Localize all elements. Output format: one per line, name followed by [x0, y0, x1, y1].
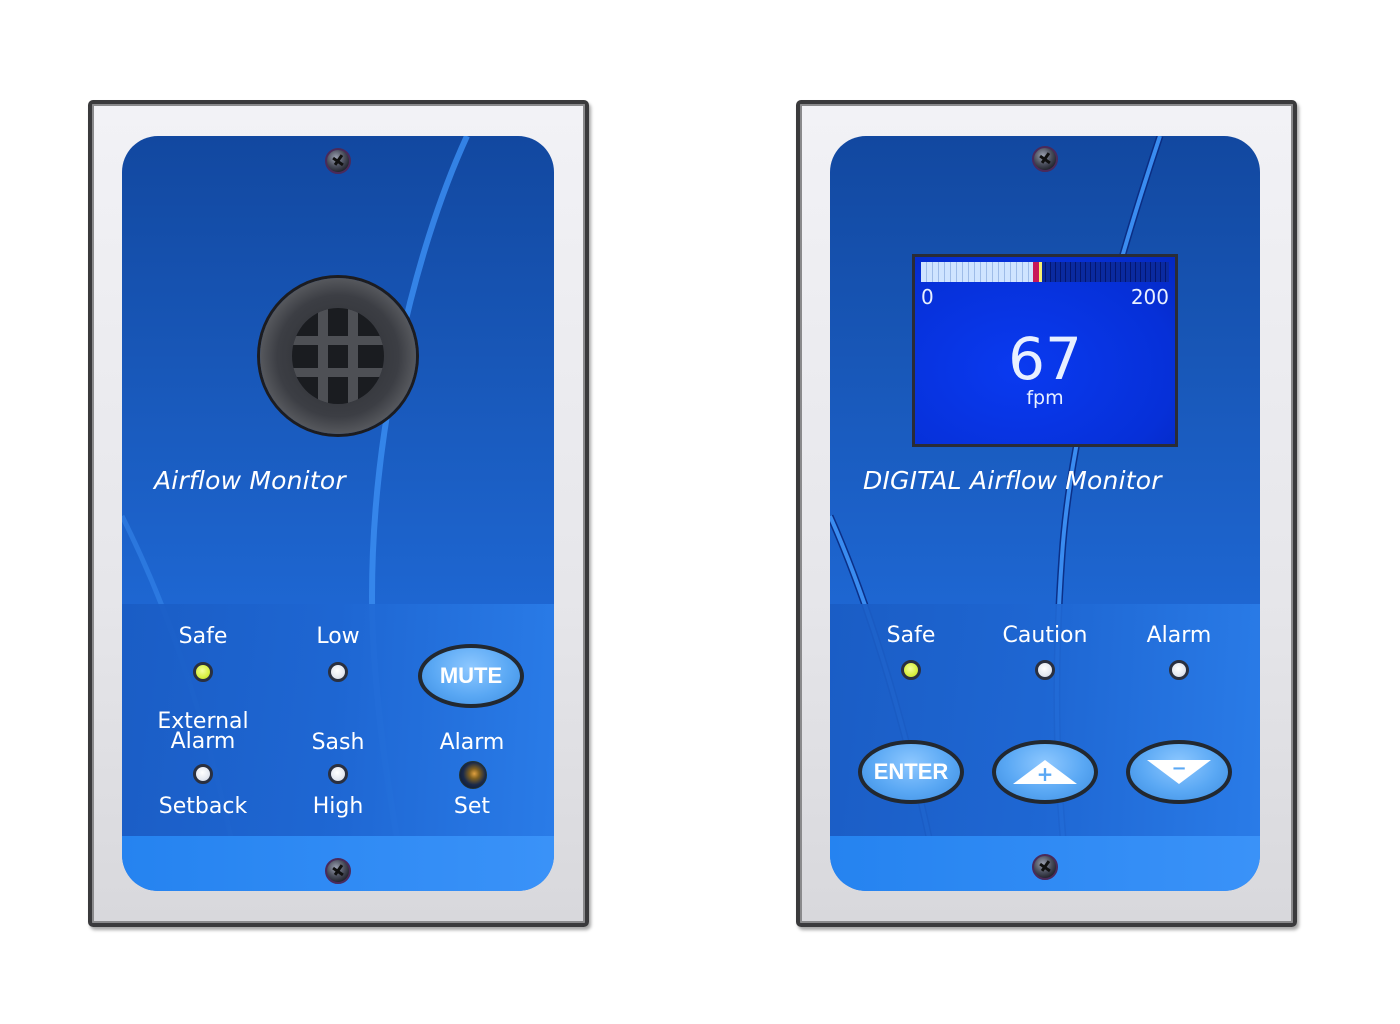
- scale-max-label: 200: [1130, 285, 1169, 309]
- device-title: DIGITAL Airflow Monitor: [863, 466, 1162, 495]
- airflow-value: 67: [1008, 325, 1082, 393]
- airflow-monitor-device: Airflow Monitor Safe Low MUTE External A…: [88, 100, 589, 927]
- indicator-label-high: High: [312, 794, 364, 819]
- screw-icon: [325, 858, 351, 884]
- screw-icon: [325, 148, 351, 174]
- indicator-label-low: Low: [316, 624, 360, 649]
- led-safe: [901, 660, 921, 680]
- down-button[interactable]: −: [1126, 740, 1232, 804]
- gauge-marker-highlight: [1039, 262, 1042, 282]
- enter-button[interactable]: ENTER: [858, 740, 964, 804]
- led-low: [328, 662, 348, 682]
- indicator-label-safe: Safe: [178, 624, 228, 649]
- device-faceplate: Airflow Monitor Safe Low MUTE External A…: [122, 136, 554, 891]
- scale-min-label: 0: [921, 285, 934, 309]
- down-triangle-icon: −: [1147, 758, 1211, 784]
- screw-icon: [1032, 146, 1058, 172]
- lcd-display: 0 200 67 fpm: [912, 254, 1178, 447]
- indicator-label-external-alarm: External Alarm: [157, 709, 249, 754]
- speaker-grille-icon: [260, 278, 416, 434]
- led-external-alarm-setback: [193, 764, 213, 784]
- gauge-fill: [921, 262, 1033, 282]
- led-sash-high: [328, 764, 348, 784]
- up-button[interactable]: +: [992, 740, 1098, 804]
- airflow-unit: fpm: [1026, 387, 1064, 409]
- digital-airflow-monitor-device: 0 200 67 fpm DIGITAL Airflow Monitor Saf…: [796, 100, 1297, 927]
- device-title: Airflow Monitor: [154, 466, 346, 495]
- minus-glyph: −: [1171, 758, 1186, 779]
- up-triangle-icon: +: [1013, 760, 1077, 786]
- indicator-label-sash: Sash: [311, 730, 365, 755]
- indicator-label-caution: Caution: [1002, 623, 1088, 648]
- led-caution: [1035, 660, 1055, 680]
- indicator-label-safe: Safe: [886, 623, 936, 648]
- alarm-set-label-top: Alarm: [439, 730, 505, 755]
- device-faceplate: 0 200 67 fpm DIGITAL Airflow Monitor Saf…: [830, 136, 1260, 891]
- mute-button[interactable]: MUTE: [418, 644, 524, 708]
- indicator-label-setback: Setback: [158, 794, 248, 819]
- led-alarm: [1169, 660, 1189, 680]
- screw-icon: [1032, 854, 1058, 880]
- plus-glyph: +: [1037, 762, 1054, 786]
- alarm-set-label-bottom: Set: [453, 794, 491, 819]
- led-safe: [193, 662, 213, 682]
- airflow-gauge-bar: [921, 262, 1169, 282]
- alarm-set-adjust-knob[interactable]: [459, 761, 487, 789]
- indicator-label-alarm: Alarm: [1146, 623, 1212, 648]
